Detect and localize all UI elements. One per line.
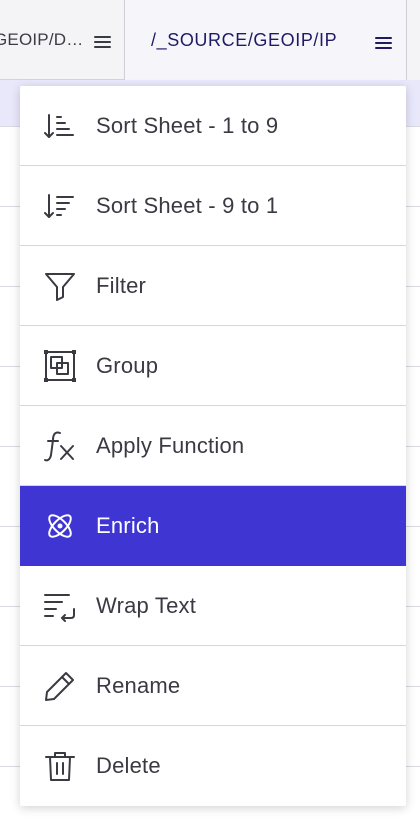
column-header-next[interactable]	[407, 0, 420, 80]
pencil-icon	[42, 668, 78, 704]
menu-item-label: Apply Function	[96, 432, 245, 458]
function-icon	[42, 428, 78, 464]
sort-ascending-icon	[42, 108, 78, 144]
trash-icon	[42, 748, 78, 784]
column-menu-icon[interactable]	[94, 36, 111, 48]
menu-item-sort-descending[interactable]: Sort Sheet - 9 to 1	[20, 166, 406, 246]
menu-item-enrich[interactable]: Enrich	[20, 486, 406, 566]
menu-item-label: Filter	[96, 272, 147, 298]
menu-item-wrap-text[interactable]: Wrap Text	[20, 566, 406, 646]
column-header-source-geoip-ip[interactable]: /_SOURCE/GEOIP/IP	[125, 0, 407, 80]
wrap-text-icon	[42, 588, 78, 624]
funnel-icon	[42, 268, 78, 304]
menu-item-label: Group	[96, 352, 159, 378]
menu-item-label: Enrich	[96, 512, 160, 538]
menu-item-label: Rename	[96, 672, 181, 698]
column-header-label: /_SOURCE/GEOIP/IP	[151, 29, 338, 50]
sort-descending-icon	[42, 188, 78, 224]
menu-item-label: Wrap Text	[96, 592, 197, 618]
menu-item-label: Delete	[96, 753, 161, 778]
column-header-geoip-d[interactable]: GEOIP/D…	[0, 0, 125, 80]
menu-item-rename[interactable]: Rename	[20, 646, 406, 726]
menu-item-sort-ascending[interactable]: Sort Sheet - 1 to 9	[20, 86, 406, 166]
column-menu-icon[interactable]	[375, 37, 392, 49]
menu-item-filter[interactable]: Filter	[20, 246, 406, 326]
menu-item-label: Sort Sheet - 9 to 1	[96, 192, 279, 218]
menu-item-apply-function[interactable]: Apply Function	[20, 406, 406, 486]
column-header-label: GEOIP/D…	[0, 30, 84, 49]
atom-icon	[42, 508, 78, 544]
group-icon	[42, 348, 78, 384]
column-context-menu: Sort Sheet - 1 to 9 Sort Sheet - 9 to 1 …	[20, 86, 406, 806]
column-header-row: GEOIP/D… /_SOURCE/GEOIP/IP	[0, 0, 420, 80]
menu-item-label: Sort Sheet - 1 to 9	[96, 112, 279, 138]
menu-item-delete[interactable]: Delete	[20, 726, 406, 806]
menu-item-group[interactable]: Group	[20, 326, 406, 406]
